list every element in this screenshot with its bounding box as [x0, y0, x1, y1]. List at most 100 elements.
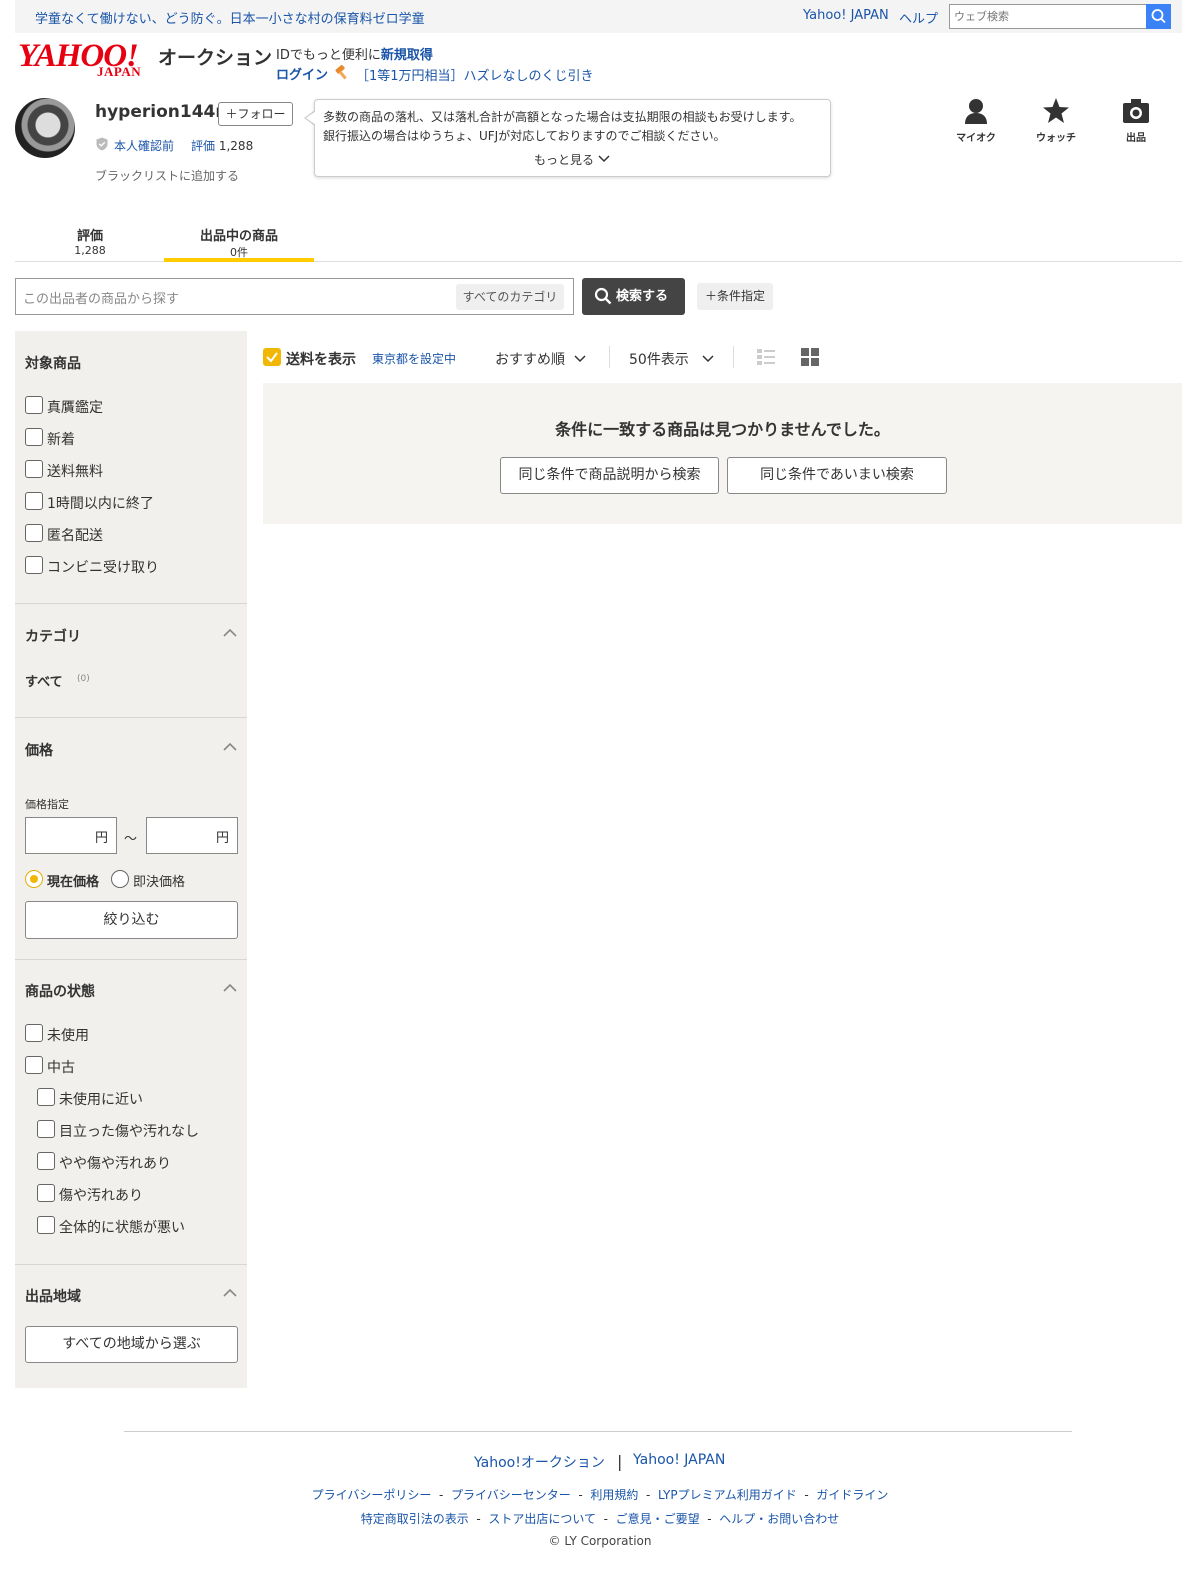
- checkbox-label: 未使用に近い: [59, 1092, 143, 1108]
- price-range-label: 価格指定: [25, 798, 69, 811]
- sort-select-value: おすすめ順: [495, 352, 565, 368]
- show-shipping-checkbox[interactable]: [263, 348, 281, 366]
- chevron-up-icon[interactable]: [223, 740, 237, 754]
- chevron-up-icon[interactable]: [223, 1286, 237, 1300]
- checkbox-unused[interactable]: [25, 1024, 43, 1042]
- seller-rating-link[interactable]: 評価 1,288: [191, 137, 253, 154]
- sidebar-divider: [15, 603, 247, 604]
- web-search-button[interactable]: [1146, 4, 1171, 29]
- price-min-unit: 円: [95, 831, 109, 846]
- footer-link-feedback[interactable]: ご意見・ご要望: [616, 1512, 700, 1526]
- checkbox-label: コンビニ受け取り: [47, 560, 159, 576]
- fuzzy-search-button[interactable]: 同じ条件であいまい検索: [727, 457, 947, 494]
- verification-status[interactable]: 本人確認前: [114, 137, 174, 154]
- nav-watchlist-label: ウォッチ: [1036, 133, 1076, 144]
- grid-view-icon[interactable]: [801, 348, 819, 366]
- search-icon: [594, 287, 612, 305]
- web-search-input[interactable]: [949, 4, 1147, 29]
- checkbox-no-noticeable-damage[interactable]: [37, 1120, 55, 1138]
- empty-results-panel: [263, 383, 1182, 524]
- nav-myauction-label: マイオク: [956, 133, 996, 144]
- checkbox-anonymous-shipping[interactable]: [25, 524, 43, 542]
- login-link[interactable]: ログイン: [276, 64, 328, 83]
- checkbox-free-shipping[interactable]: [25, 460, 43, 478]
- checkbox-new[interactable]: [25, 428, 43, 446]
- nav-sell-label: 出品: [1126, 133, 1146, 144]
- footer-yahoo-auction-link[interactable]: Yahoo!オークション: [474, 1452, 605, 1472]
- seller-avatar[interactable]: [15, 98, 75, 158]
- shield-icon: [96, 137, 108, 151]
- category-select[interactable]: すべてのカテゴリ: [456, 284, 564, 310]
- yahoo-japan-link[interactable]: Yahoo! JAPAN: [803, 8, 889, 23]
- rating-value: 1,288: [218, 139, 254, 153]
- notice-more-button[interactable]: もっと見る: [534, 151, 610, 168]
- notice-arrow-inner: [306, 111, 316, 125]
- price-range-tilde: ～: [124, 832, 138, 847]
- radio-buynow-price-label: 即決価格: [133, 875, 186, 890]
- add-blacklist-link[interactable]: ブラックリストに追加する: [95, 167, 239, 184]
- footer-link-commerce-law[interactable]: 特定商取引法の表示: [361, 1512, 469, 1526]
- checkbox-label: 傷や汚れあり: [59, 1188, 143, 1204]
- checkbox-ending-soon[interactable]: [25, 492, 43, 510]
- checkmark-icon: [266, 352, 278, 363]
- sort-select[interactable]: おすすめ順: [495, 349, 587, 369]
- top-news-link[interactable]: 学童なくて働けない、どう防ぐ。日本一小さな村の保育料ゼロ学童: [35, 8, 425, 27]
- nav-myauction[interactable]: マイオク: [946, 97, 1006, 144]
- show-shipping-label: 送料を表示: [286, 352, 356, 368]
- sidebar-divider: [15, 717, 247, 718]
- footer-link-store[interactable]: ストア出店について: [488, 1512, 596, 1526]
- toolbar-divider: [609, 346, 610, 368]
- checkbox-damaged[interactable]: [37, 1184, 55, 1202]
- footer-link-privacy-policy[interactable]: プライバシーポリシー: [312, 1488, 432, 1502]
- notice-more-label: もっと見る: [534, 153, 595, 167]
- tab-evaluation-label: 評価: [76, 229, 103, 244]
- category-all-count: (0): [77, 674, 90, 684]
- condition-button[interactable]: ＋条件指定: [697, 283, 773, 310]
- chevron-up-icon[interactable]: [223, 981, 237, 995]
- checkbox-like-new[interactable]: [37, 1088, 55, 1106]
- checkbox-poor-condition[interactable]: [37, 1216, 55, 1234]
- help-link[interactable]: ヘルプ: [899, 8, 938, 27]
- footer-link-privacy-center[interactable]: プライバシーセンター: [451, 1488, 571, 1502]
- footer-yahoo-japan-link[interactable]: Yahoo! JAPAN: [633, 1452, 725, 1468]
- checkbox-some-damage[interactable]: [37, 1152, 55, 1170]
- radio-current-price[interactable]: [25, 870, 43, 888]
- apply-price-button[interactable]: 絞り込む: [25, 901, 238, 939]
- checkbox-label: 真贋鑑定: [47, 400, 103, 416]
- checkbox-convenience-pickup[interactable]: [25, 556, 43, 574]
- checkbox-label: やや傷や汚れあり: [59, 1156, 171, 1172]
- select-region-button[interactable]: すべての地域から選ぶ: [25, 1326, 238, 1363]
- per-page-select[interactable]: 50件表示: [629, 349, 715, 369]
- checkbox-label: 未使用: [47, 1028, 89, 1044]
- auction-service-name[interactable]: オークション: [158, 43, 272, 70]
- tab-listed-items[interactable]: 出品中の商品 0件: [164, 225, 314, 260]
- radio-buynow-price[interactable]: [111, 870, 129, 888]
- checkbox-used[interactable]: [25, 1056, 43, 1074]
- footer-link-terms[interactable]: 利用規約: [590, 1488, 638, 1502]
- chevron-up-icon[interactable]: [223, 626, 237, 640]
- follow-button[interactable]: ＋フォロー: [218, 102, 293, 126]
- id-promo-text: IDでもっと便利に: [276, 48, 381, 63]
- shipping-location-link[interactable]: 東京都を設定中: [372, 350, 456, 367]
- tab-listed-items-label: 出品中の商品: [199, 229, 278, 244]
- nav-watchlist[interactable]: ウォッチ: [1026, 97, 1086, 144]
- footer-divider: [124, 1431, 1072, 1432]
- checkbox-label: 1時間以内に終了: [47, 496, 154, 512]
- hammer-icon: [335, 64, 347, 80]
- category-all[interactable]: すべて: [25, 671, 63, 690]
- footer-link-lyp-premium[interactable]: LYPプレミアム利用ガイド: [658, 1488, 797, 1502]
- register-link[interactable]: 新規取得: [381, 48, 433, 63]
- lottery-link[interactable]: ［1等1万円相当］ハズレなしのくじ引き: [356, 65, 594, 84]
- search-in-description-button[interactable]: 同じ条件で商品説明から検索: [500, 457, 719, 494]
- category-filter-title: カテゴリ: [25, 629, 81, 645]
- footer-links-row-1: プライバシーポリシー - プライバシーセンター - 利用規約 - LYPプレミア…: [311, 1488, 889, 1502]
- footer-link-help[interactable]: ヘルプ・お問い合わせ: [719, 1512, 839, 1526]
- nav-sell[interactable]: 出品: [1106, 97, 1166, 144]
- checkbox-authenticity[interactable]: [25, 396, 43, 414]
- star-icon: [1043, 98, 1069, 123]
- list-view-icon[interactable]: [757, 348, 775, 366]
- footer-link-guidelines[interactable]: ガイドライン: [816, 1488, 888, 1502]
- tab-evaluation[interactable]: 評価 1,288: [15, 225, 165, 257]
- notice-line-1: 多数の商品の落札、又は落札合計が高額となった場合は支払期限の相談もお受けします。: [323, 110, 802, 124]
- active-tab-indicator: [164, 258, 314, 262]
